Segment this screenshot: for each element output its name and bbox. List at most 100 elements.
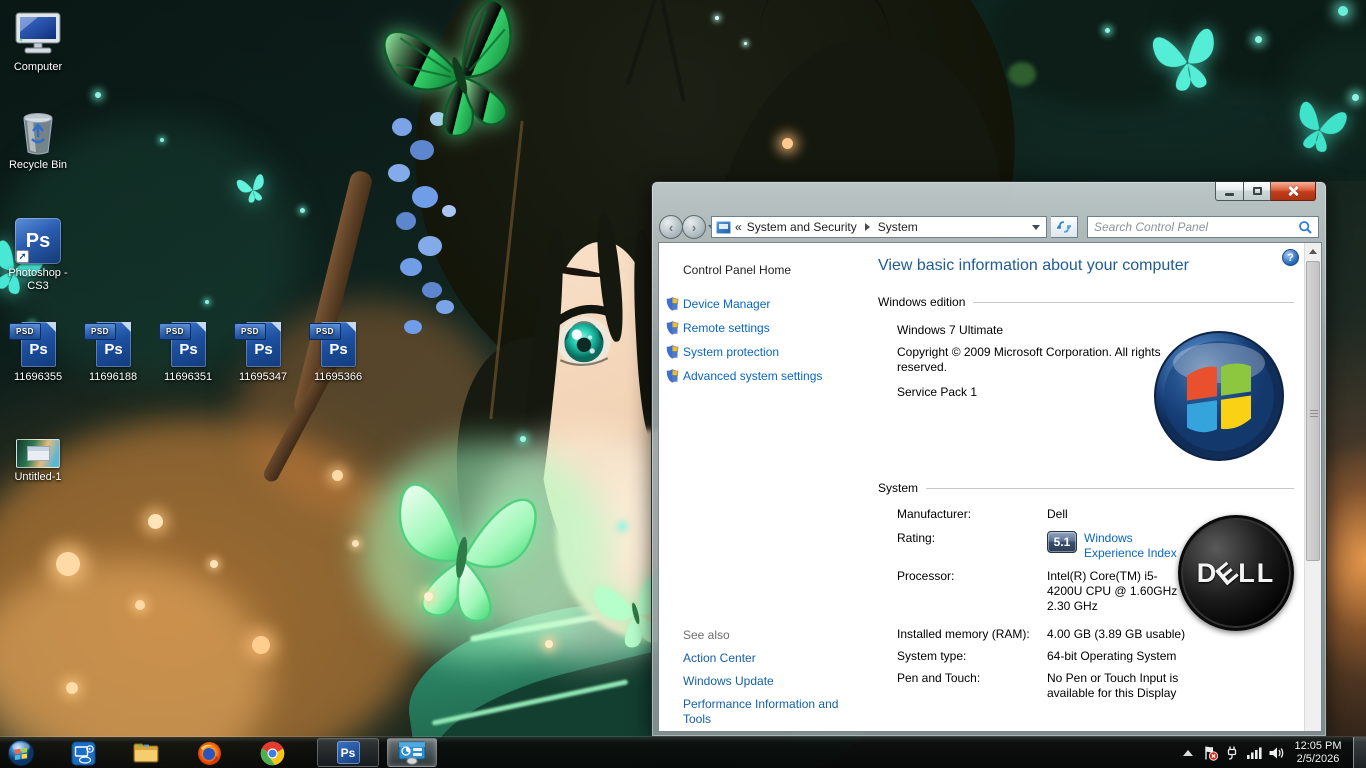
windows-edition-service-pack: Service Pack 1 <box>897 385 977 399</box>
refresh-icon <box>1057 220 1071 234</box>
desktop-icon-label: 11696188 <box>89 371 137 383</box>
maximize-button[interactable] <box>1244 182 1271 201</box>
help-icon[interactable]: ? <box>1282 249 1299 266</box>
nav-link-device-manager[interactable]: Device Manager <box>683 297 770 311</box>
see-also-header: See also <box>683 628 730 642</box>
folder-icon <box>133 741 159 765</box>
power-tray[interactable] <box>1221 737 1243 768</box>
desktop-icon-psd-2[interactable]: PsPSD 11696188 <box>75 318 151 384</box>
desktop-icon-psd-3[interactable]: PsPSD 11696351 <box>150 318 226 384</box>
butterfly-teal-topright <box>1144 16 1227 99</box>
see-also-action-center[interactable]: Action Center <box>683 651 843 666</box>
uac-shield-icon <box>666 369 679 383</box>
search-input[interactable] <box>1088 220 1298 234</box>
firefox-icon <box>197 741 222 766</box>
nav-link-advanced-system-settings[interactable]: Advanced system settings <box>683 369 822 383</box>
breadcrumb-root-glyph: « <box>735 220 742 234</box>
speaker-icon <box>1268 745 1285 761</box>
control-panel-taskbar-icon <box>398 741 426 765</box>
minimize-button[interactable] <box>1215 182 1244 201</box>
wei-score-badge: 5.1 <box>1047 531 1077 553</box>
windows-logo <box>1152 329 1286 463</box>
refresh-button[interactable] <box>1051 216 1078 238</box>
system-tray: 12:05 PM 2/5/2026 <box>1177 737 1366 768</box>
system-window: ‹ › « System and Security System <box>651 181 1327 737</box>
address-bar: ‹ › « System and Security System <box>652 212 1326 242</box>
chrome-icon <box>260 741 285 766</box>
desktop-icon-untitled-image[interactable]: Untitled-1 <box>0 434 76 484</box>
system-section-header: System <box>878 481 1294 495</box>
intel-app-icon <box>71 741 96 766</box>
clock-time: 12:05 PM <box>1287 740 1349 753</box>
scrollbar-up-icon[interactable] <box>1305 243 1321 260</box>
desktop-icon-label: Untitled-1 <box>14 471 61 483</box>
see-also-performance-info[interactable]: Performance Information and Tools <box>683 697 843 727</box>
psd-file-icon: PsPSD <box>0 318 76 368</box>
caption-buttons <box>1215 182 1316 201</box>
control-panel-icon <box>716 221 731 234</box>
network-tray[interactable] <box>1243 737 1265 768</box>
address-dropdown-icon[interactable] <box>1032 225 1040 230</box>
breadcrumb-item-system[interactable]: System <box>873 218 923 236</box>
butterfly-glow-bottom <box>368 457 559 639</box>
window-content: Control Panel Home Device Manager Remote… <box>658 242 1322 732</box>
see-also-windows-update[interactable]: Windows Update <box>683 674 843 689</box>
clock-date: 2/5/2026 <box>1287 753 1349 766</box>
taskbar-intel-app[interactable] <box>70 740 96 766</box>
dell-logo: DELL <box>1178 515 1294 631</box>
show-desktop-button[interactable] <box>1353 737 1366 768</box>
taskbar-clock[interactable]: 12:05 PM 2/5/2026 <box>1287 740 1349 766</box>
windows-edition-product: Windows 7 Ultimate <box>897 323 1003 337</box>
close-button[interactable] <box>1271 182 1316 201</box>
taskbar-chrome[interactable] <box>259 740 285 766</box>
breadcrumb[interactable]: « System and Security System <box>711 216 1047 238</box>
desktop-icon-label: Computer <box>14 61 62 73</box>
main-pane: View basic information about your comput… <box>866 243 1306 731</box>
computer-icon <box>0 8 76 58</box>
image-thumbnail-icon <box>0 434 76 468</box>
desktop-icon-label: 11696355 <box>14 371 62 383</box>
desktop-icon-label: 11696351 <box>164 371 212 383</box>
start-button[interactable] <box>7 739 35 767</box>
photoshop-cs3-icon: Ps➚ <box>0 214 76 264</box>
psd-file-icon: PsPSD <box>75 318 151 368</box>
taskbar-windows-explorer[interactable] <box>133 740 159 766</box>
desktop-icon-label: Recycle Bin <box>9 159 67 171</box>
taskbar-system-window-active[interactable] <box>387 738 437 767</box>
psd-file-icon: PsPSD <box>225 318 301 368</box>
nav-link-system-protection[interactable]: System protection <box>683 345 779 359</box>
desktop-icon-psd-1[interactable]: PsPSD 11696355 <box>0 318 76 384</box>
nav-control-panel-home[interactable]: Control Panel Home <box>683 263 791 277</box>
photoshop-taskbar-icon: Ps <box>337 741 360 764</box>
nav-pane: Control Panel Home Device Manager Remote… <box>659 243 866 731</box>
scrollbar-thumb[interactable] <box>1306 261 1320 561</box>
forward-button[interactable]: › <box>682 215 706 239</box>
windows-edition-copyright: Copyright © 2009 Microsoft Corporation. … <box>897 345 1169 375</box>
search-box <box>1087 216 1319 238</box>
vertical-scrollbar[interactable] <box>1304 243 1321 731</box>
desktop-icon-label: Photoshop - CS3 <box>8 267 67 292</box>
breadcrumb-item-system-and-security[interactable]: System and Security <box>742 218 862 236</box>
desktop-icon-label: 11695347 <box>239 371 287 383</box>
windows-edition-section-header: Windows edition <box>878 295 1294 309</box>
taskbar: Ps <box>0 737 1366 768</box>
search-icon[interactable] <box>1298 220 1313 235</box>
taskbar-photoshop-running[interactable]: Ps <box>317 738 379 767</box>
page-title: View basic information about your comput… <box>878 257 1189 275</box>
action-center-tray[interactable] <box>1199 737 1221 768</box>
psd-file-icon: PsPSD <box>300 318 376 368</box>
desktop-icon-psd-4[interactable]: PsPSD 11695347 <box>225 318 301 384</box>
nav-link-remote-settings[interactable]: Remote settings <box>683 321 770 335</box>
show-hidden-icons-button[interactable] <box>1177 737 1199 768</box>
chevron-up-icon <box>1183 750 1193 756</box>
desktop-icon-computer[interactable]: Computer <box>0 8 76 74</box>
action-center-flag-icon <box>1202 745 1219 761</box>
desktop-icon-photoshop-cs3[interactable]: Ps➚ Photoshop - CS3 <box>0 214 76 293</box>
volume-tray[interactable] <box>1265 737 1287 768</box>
desktop-icon-label: 11695366 <box>314 371 362 383</box>
desktop-icon-recycle-bin[interactable]: Recycle Bin <box>0 106 76 172</box>
taskbar-firefox[interactable] <box>196 740 222 766</box>
desktop-icon-psd-5[interactable]: PsPSD 11695366 <box>300 318 376 384</box>
shortcut-arrow-icon: ➚ <box>16 250 29 263</box>
back-button[interactable]: ‹ <box>659 215 683 239</box>
